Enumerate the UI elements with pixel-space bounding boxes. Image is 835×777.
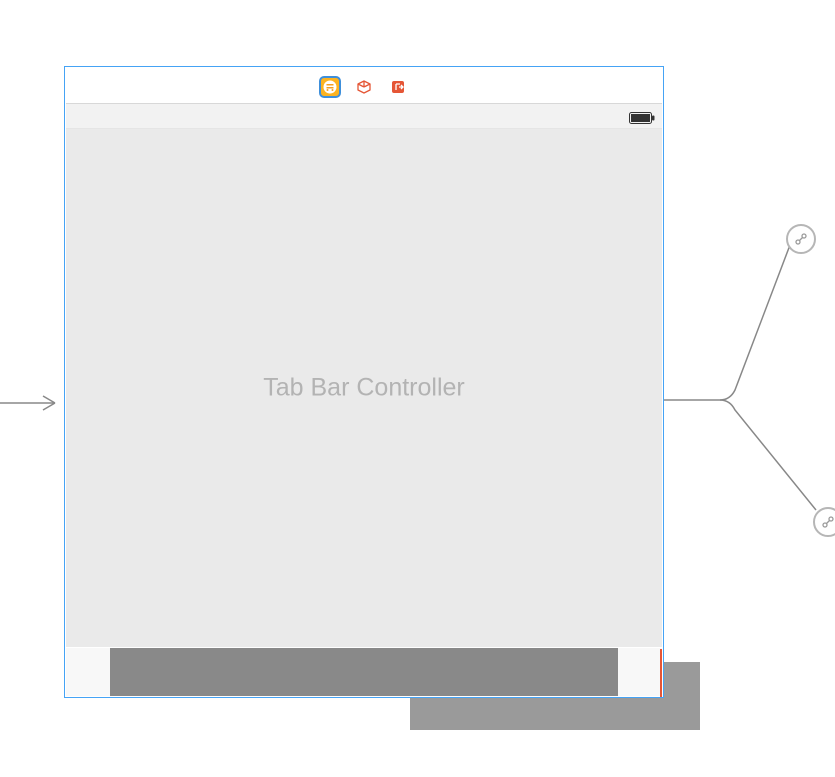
view-controller-icon[interactable] bbox=[319, 76, 341, 98]
segue-relationship-2[interactable] bbox=[813, 507, 835, 537]
tab-bar-controller-scene[interactable]: Tab Bar Controller bbox=[64, 66, 664, 698]
content-view[interactable]: Tab Bar Controller bbox=[66, 129, 662, 647]
segue-relationship-1[interactable] bbox=[786, 224, 816, 254]
first-responder-icon[interactable] bbox=[353, 76, 375, 98]
selection-indicator bbox=[660, 649, 662, 697]
tab-bar[interactable] bbox=[66, 648, 662, 696]
scene-title-label: Tab Bar Controller bbox=[263, 374, 464, 403]
battery-icon bbox=[629, 112, 655, 124]
status-bar bbox=[66, 103, 662, 129]
scene-dock bbox=[65, 73, 663, 101]
tab-bar-items-area bbox=[110, 648, 618, 696]
entry-point-arrow[interactable] bbox=[0, 393, 64, 413]
exit-icon[interactable] bbox=[387, 76, 409, 98]
storyboard-canvas[interactable]: Tab Bar Controller bbox=[0, 0, 835, 777]
